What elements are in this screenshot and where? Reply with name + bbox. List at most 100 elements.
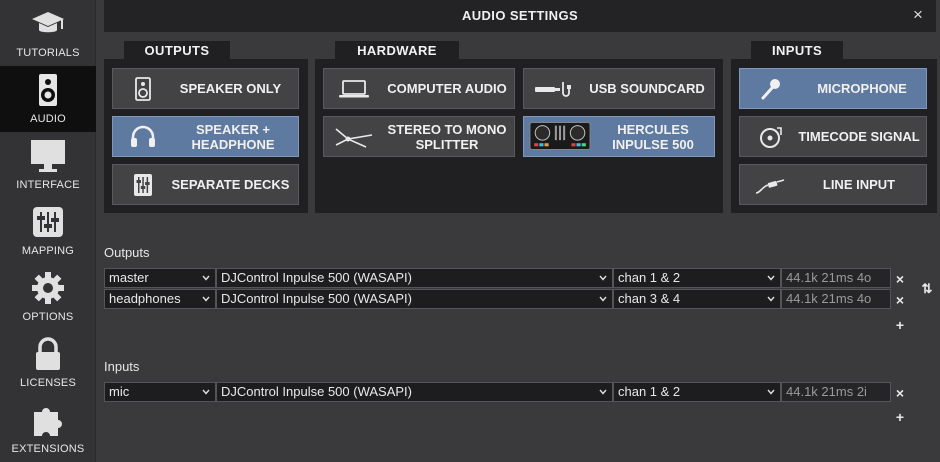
select-value: DJControl Inpulse 500 (WASAPI) (221, 384, 412, 399)
select-value: DJControl Inpulse 500 (WASAPI) (221, 291, 412, 306)
sidebar-item-extensions[interactable]: EXTENSIONS (0, 396, 96, 462)
sidebar-item-options[interactable]: OPTIONS (0, 264, 96, 330)
button-label: STEREO TO MONO SPLITTER (387, 121, 507, 152)
sidebar-item-label: LICENSES (19, 377, 76, 389)
title-bar: AUDIO SETTINGS × (104, 0, 936, 32)
select-value: chan 3 & 4 (618, 291, 681, 306)
chevron-down-icon (202, 296, 210, 302)
button-label: LINE INPUT (822, 177, 896, 192)
chevron-down-icon (599, 275, 607, 281)
stereo-to-mono-splitter-button[interactable]: STEREO TO MONO SPLITTER (323, 116, 515, 157)
remove-output-button[interactable]: × (893, 272, 907, 286)
graduation-cap-icon (32, 12, 64, 33)
output-name-select[interactable]: master (104, 268, 216, 288)
select-value: master (109, 270, 149, 285)
app-root: TUTORIALS AUDIO INTERFACE MAPPING OPTION… (0, 0, 940, 462)
select-value: chan 1 & 2 (618, 384, 681, 399)
button-label: SEPARATE DECKS (171, 177, 290, 192)
output-channel-select[interactable]: chan 3 & 4 (613, 289, 781, 309)
line-input-button[interactable]: LINE INPUT (739, 164, 927, 205)
window-title: AUDIO SETTINGS (461, 8, 579, 23)
swap-outputs-button[interactable]: ⇅ (920, 282, 934, 296)
input-stream-info: 44.1k 21ms 2i (781, 382, 891, 402)
timecode-signal-button[interactable]: TIMECODE SIGNAL (739, 116, 927, 157)
button-label: USB SOUNDCARD (589, 81, 705, 96)
microphone-icon (761, 79, 780, 100)
usb-soundcard-button[interactable]: USB SOUNDCARD (523, 68, 715, 109)
select-value: headphones (109, 291, 181, 306)
select-value: DJControl Inpulse 500 (WASAPI) (221, 270, 412, 285)
splitter-cable-icon (335, 128, 373, 148)
sidebar-item-tutorials[interactable]: TUTORIALS (0, 0, 96, 66)
headphones-icon (131, 125, 155, 147)
chevron-down-icon (767, 296, 775, 302)
sidebar-item-licenses[interactable]: LICENSES (0, 330, 96, 396)
hardware-panel: COMPUTER AUDIO USB SOUNDCARD STEREO TO M… (315, 59, 723, 213)
button-label: HERCULES INPULSE 500 (612, 121, 694, 152)
hardware-panel-tab: HARDWARE (335, 41, 459, 61)
input-channel-select[interactable]: chan 1 & 2 (613, 382, 781, 402)
chevron-down-icon (767, 275, 775, 281)
sidebar-item-label: INTERFACE (16, 179, 80, 191)
outputs-panel-tab: OUTPUTS (124, 41, 230, 61)
button-label: MICROPHONE (817, 81, 907, 96)
input-device-select[interactable]: DJControl Inpulse 500 (WASAPI) (216, 382, 613, 402)
speaker-icon (135, 77, 151, 101)
close-button[interactable]: × (908, 5, 928, 25)
sidebar: TUTORIALS AUDIO INTERFACE MAPPING OPTION… (0, 0, 96, 462)
hercules-inpulse-500-button[interactable]: HERCULES INPULSE 500 (523, 116, 715, 157)
microphone-button[interactable]: MICROPHONE (739, 68, 927, 109)
inputs-section-label: Inputs (104, 359, 140, 374)
inputs-panel: MICROPHONE TIMECODE SIGNAL LINE INPUT (731, 59, 937, 213)
output-stream-info: 44.1k 21ms 4o (781, 268, 891, 288)
monitor-icon (31, 140, 65, 172)
inputs-panel-tab: INPUTS (751, 41, 843, 61)
remove-output-button[interactable]: × (893, 293, 907, 307)
outputs-section-label: Outputs (104, 245, 150, 260)
laptop-icon (339, 80, 369, 98)
chevron-down-icon (767, 389, 775, 395)
sliders-icon (33, 207, 63, 237)
turntable-icon (760, 127, 782, 148)
separate-decks-button[interactable]: SEPARATE DECKS (112, 164, 299, 205)
output-name-select[interactable]: headphones (104, 289, 216, 309)
mixer-icon (134, 174, 152, 196)
button-label: SPEAKER ONLY (179, 81, 282, 96)
outputs-panel: SPEAKER ONLY SPEAKER + HEADPHONE SEPARAT… (104, 59, 308, 213)
audio-settings-window: AUDIO SETTINGS × OUTPUTS SPEAKER ONLY SP… (104, 0, 940, 462)
gear-icon (32, 272, 64, 304)
button-label: TIMECODE SIGNAL (798, 129, 920, 144)
sidebar-item-audio[interactable]: AUDIO (0, 66, 96, 132)
select-value: chan 1 & 2 (618, 270, 681, 285)
speaker-only-button[interactable]: SPEAKER ONLY (112, 68, 299, 109)
button-label: SPEAKER + HEADPHONE (191, 121, 275, 152)
chevron-down-icon (599, 389, 607, 395)
speaker-headphone-button[interactable]: SPEAKER + HEADPHONE (112, 116, 299, 157)
sidebar-item-mapping[interactable]: MAPPING (0, 198, 96, 264)
select-value: mic (109, 384, 130, 399)
add-input-button[interactable]: + (893, 410, 907, 424)
chevron-down-icon (599, 296, 607, 302)
sidebar-item-label: OPTIONS (22, 311, 74, 323)
sidebar-item-interface[interactable]: INTERFACE (0, 132, 96, 198)
output-channel-select[interactable]: chan 1 & 2 (613, 268, 781, 288)
button-label: COMPUTER AUDIO (387, 81, 507, 96)
sidebar-item-label: AUDIO (30, 113, 66, 125)
add-output-button[interactable]: + (893, 318, 907, 332)
remove-input-button[interactable]: × (893, 386, 907, 400)
computer-audio-button[interactable]: COMPUTER AUDIO (323, 68, 515, 109)
sidebar-item-label: TUTORIALS (16, 47, 80, 59)
output-device-select[interactable]: DJControl Inpulse 500 (WASAPI) (216, 289, 613, 309)
jack-cable-icon (755, 179, 785, 194)
chevron-down-icon (202, 275, 210, 281)
usb-soundcard-icon (535, 82, 571, 97)
dj-controller-icon (529, 122, 591, 150)
output-device-select[interactable]: DJControl Inpulse 500 (WASAPI) (216, 268, 613, 288)
input-name-select[interactable]: mic (104, 382, 216, 402)
sidebar-item-label: EXTENSIONS (11, 443, 85, 455)
lock-icon (36, 337, 60, 370)
puzzle-icon (34, 408, 62, 436)
sidebar-item-label: MAPPING (21, 245, 75, 257)
output-stream-info: 44.1k 21ms 4o (781, 289, 891, 309)
chevron-down-icon (202, 389, 210, 395)
